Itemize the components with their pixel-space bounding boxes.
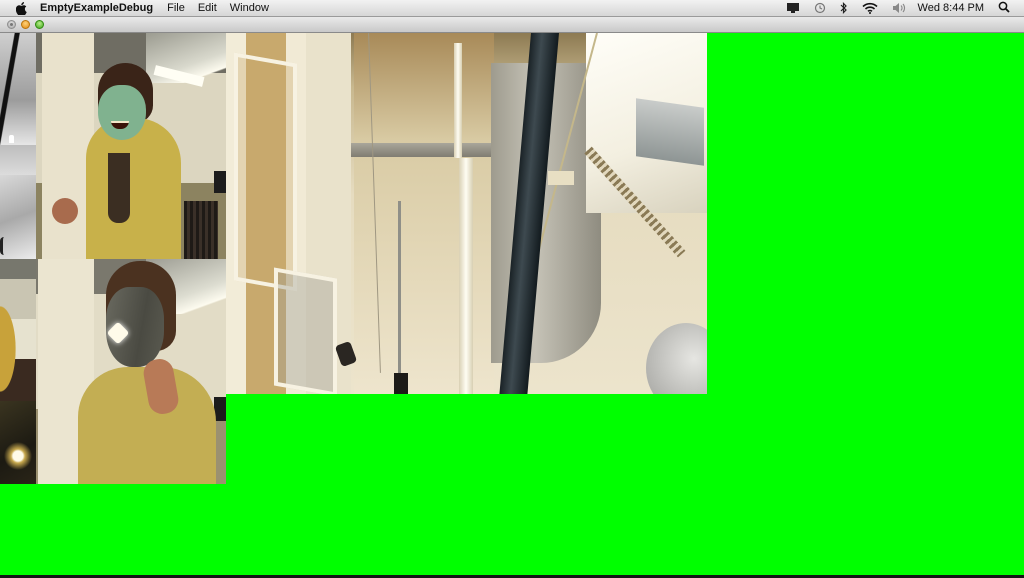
grayscale-camera-tile	[0, 175, 36, 259]
background-monitor	[214, 171, 226, 193]
wifi-icon[interactable]	[861, 2, 878, 14]
window-title-bar[interactable]	[0, 17, 1024, 33]
window-close-button[interactable]	[7, 20, 16, 29]
app-name-menu[interactable]: EmptyExampleDebug	[40, 2, 153, 14]
person-body	[86, 118, 181, 259]
menu-window[interactable]: Window	[230, 2, 269, 14]
menu-bar: EmptyExampleDebug File Edit Window Wed 8…	[0, 0, 1024, 17]
green-face-mask-overlay	[98, 85, 146, 140]
duct-drum	[646, 323, 707, 394]
person-shirt	[108, 153, 130, 223]
left-window	[234, 52, 297, 292]
grayscale-camera-tile	[0, 33, 36, 145]
volume-icon[interactable]	[892, 2, 906, 14]
office-chair	[184, 201, 218, 259]
pole-band	[548, 171, 574, 185]
white-pipe	[459, 158, 473, 394]
display-mirroring-icon[interactable]	[786, 2, 800, 14]
rooftop-unit	[636, 98, 704, 166]
conduit-pipe	[398, 201, 401, 394]
face-tracking-frame-green-mask	[36, 33, 226, 259]
atrium-camera-frame	[226, 33, 707, 394]
menu-clock[interactable]: Wed 8:44 PM	[918, 2, 984, 14]
color-camera-tile	[0, 401, 36, 484]
floor-clamp	[394, 373, 408, 394]
color-camera-tile	[0, 259, 36, 401]
white-pipe	[454, 43, 462, 158]
window-zoom-button[interactable]	[35, 20, 44, 29]
spotlight-search-icon[interactable]	[998, 1, 1010, 16]
face-tracking-frame-grey-mask	[36, 259, 226, 484]
menu-file[interactable]: File	[167, 2, 185, 14]
grayscale-camera-tile	[0, 145, 36, 175]
menu-edit[interactable]: Edit	[198, 2, 217, 14]
time-machine-icon[interactable]	[814, 2, 826, 14]
apple-logo-icon[interactable]	[14, 1, 28, 15]
person-hand	[52, 198, 78, 224]
left-window	[274, 267, 337, 394]
status-area: Wed 8:44 PM	[772, 0, 1024, 16]
window-minimize-button[interactable]	[21, 20, 30, 29]
app-canvas	[0, 33, 1024, 575]
bluetooth-icon[interactable]	[840, 2, 848, 14]
